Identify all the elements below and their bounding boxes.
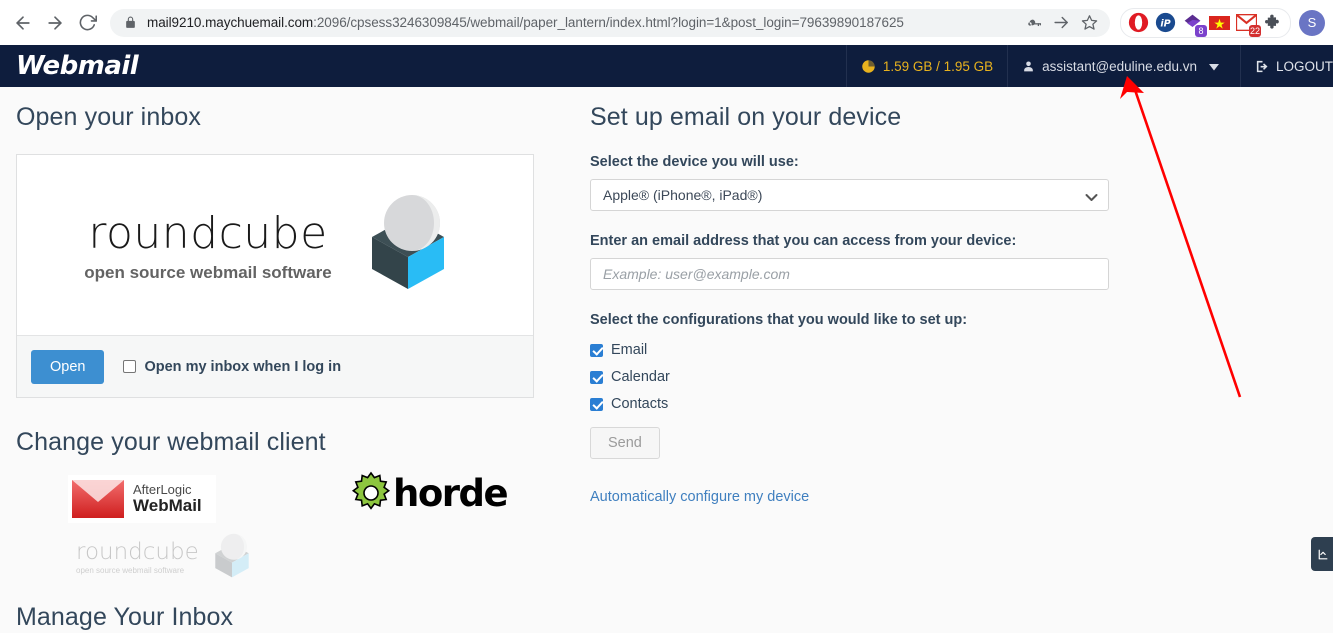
roundcube-wordmark: roundcube open source webmail software <box>84 208 332 283</box>
purple-diamond-extension-icon[interactable]: 8 <box>1180 11 1207 37</box>
afterlogic-line2: WebMail <box>133 495 202 515</box>
expand-icon <box>1318 549 1327 559</box>
omnibox-icons <box>1020 10 1102 36</box>
opera-vpn-extension-icon[interactable] <box>1126 11 1150 35</box>
key-icon[interactable] <box>1020 10 1046 36</box>
right-column: Set up email on your device Select the d… <box>590 87 1150 506</box>
roundcube-small-cube-icon <box>215 533 249 578</box>
afterlogic-webmail-logo[interactable]: AfterLogic WebMail <box>68 475 216 523</box>
vietnam-flag-extension-icon[interactable] <box>1207 11 1231 35</box>
webmail-header: Webmail 1.59 GB / 1.95 GB assistant@edul… <box>0 45 1333 87</box>
back-icon[interactable] <box>8 8 38 38</box>
webmail-clients-grid: AfterLogic WebMail horde roundcube open … <box>16 469 536 581</box>
open-inbox-button[interactable]: Open <box>31 349 105 384</box>
open-inbox-title: Open your inbox <box>16 103 201 131</box>
inbox-client-panel: roundcube open source webmail software O… <box>16 154 534 398</box>
roundcube-name: roundcube <box>88 207 328 259</box>
navigation-buttons <box>8 8 102 38</box>
user-email: assistant@eduline.edu.vn <box>1042 58 1197 74</box>
device-select[interactable]: Apple® (iPhone®, iPad®) <box>590 179 1109 211</box>
email-checkbox[interactable] <box>590 343 603 357</box>
setup-email-title: Set up email on your device <box>590 103 902 131</box>
disk-quota-indicator[interactable]: 1.59 GB / 1.95 GB <box>845 45 1007 87</box>
bookmark-star-icon[interactable] <box>1076 10 1102 36</box>
auto-open-checkbox[interactable] <box>123 360 137 373</box>
address-bar[interactable]: mail9210.maychuemail.com:2096/cpsess3246… <box>110 8 1110 37</box>
auto-open-label: Open my inbox when I log in <box>144 358 342 375</box>
roundcube-small-tagline: open source webmail software <box>76 566 185 575</box>
config-row-contacts[interactable]: Contacts <box>590 396 1150 412</box>
browser-toolbar: mail9210.maychuemail.com:2096/cpsess3246… <box>0 0 1333 45</box>
send-icon[interactable] <box>1048 10 1074 36</box>
config-label: Contacts <box>611 396 669 412</box>
left-column: Open your inbox roundcube open source we… <box>16 87 536 632</box>
url-text: mail9210.maychuemail.com:2096/cpsess3246… <box>147 15 1014 30</box>
url-host: mail9210.maychuemail.com <box>147 15 314 30</box>
logout-icon <box>1256 60 1268 72</box>
roundcube-tagline: open source webmail software <box>84 262 332 282</box>
config-row-email[interactable]: Email <box>590 342 1150 358</box>
auto-configure-link[interactable]: Automatically configure my device <box>590 489 809 505</box>
extensions-group: iP 8 22 <box>1120 7 1291 38</box>
svg-text:iP: iP <box>1160 18 1170 29</box>
config-label: Calendar <box>611 369 670 385</box>
afterlogic-text: AfterLogic WebMail <box>133 483 202 514</box>
configurations-label: Select the configurations that you would… <box>590 312 968 328</box>
extension-badge: 8 <box>1195 24 1207 37</box>
configurations-list: Email Calendar Contacts <box>590 342 1150 412</box>
roundcube-banner: roundcube open source webmail software <box>17 155 533 335</box>
afterlogic-line1: AfterLogic <box>133 482 192 498</box>
header-right-group: 1.59 GB / 1.95 GB assistant@eduline.edu.… <box>845 45 1333 87</box>
quota-text: 1.59 GB / 1.95 GB <box>882 58 994 74</box>
logout-button[interactable]: LOGOUT <box>1239 45 1333 87</box>
lock-icon <box>124 16 137 29</box>
user-account-menu[interactable]: assistant@eduline.edu.vn <box>1007 45 1240 87</box>
horde-label: horde <box>393 471 509 515</box>
email-address-input[interactable] <box>590 258 1109 290</box>
pie-chart-icon <box>862 59 875 73</box>
roundcube-small-name: roundcube <box>76 539 199 565</box>
roundcube-small-text: roundcube open source webmail software <box>76 539 199 575</box>
device-select-wrap: Apple® (iPhone®, iPad®) <box>590 179 1109 211</box>
profile-avatar[interactable]: S <box>1299 9 1325 36</box>
config-row-calendar[interactable]: Calendar <box>590 369 1150 385</box>
reload-icon[interactable] <box>72 8 102 38</box>
ip-extension-icon[interactable]: iP <box>1153 11 1177 35</box>
extension-badge: 22 <box>1248 24 1261 37</box>
user-icon <box>1024 61 1034 71</box>
forward-icon[interactable] <box>40 8 70 38</box>
device-select-label: Select the device you will use: <box>590 154 799 170</box>
puzzle-extensions-icon[interactable] <box>1261 11 1285 35</box>
email-address-label: Enter an email address that you can acce… <box>590 233 1017 249</box>
horde-logo[interactable]: horde <box>349 471 509 515</box>
page-content: Open your inbox roundcube open source we… <box>0 87 1333 633</box>
feedback-tab-widget[interactable] <box>1311 537 1333 571</box>
auto-open-checkbox-row[interactable]: Open my inbox when I log in <box>123 359 341 375</box>
manage-inbox-title: Manage Your Inbox <box>16 603 234 631</box>
envelope-icon <box>72 480 124 518</box>
config-label: Email <box>611 342 648 358</box>
gmail-checker-extension-icon[interactable]: 22 <box>1234 11 1261 37</box>
url-path: :2096/cpsess3246309845/webmail/paper_lan… <box>313 15 904 30</box>
contacts-checkbox[interactable] <box>590 397 603 411</box>
horde-gear-icon <box>351 471 391 510</box>
inbox-panel-footer: Open Open my inbox when I log in <box>17 335 533 397</box>
change-client-title: Change your webmail client <box>16 428 326 456</box>
chevron-down-icon <box>1208 59 1226 74</box>
send-button[interactable]: Send <box>590 427 660 459</box>
webmail-logo: Webmail <box>16 51 139 81</box>
roundcube-cube-icon <box>371 195 444 289</box>
calendar-checkbox[interactable] <box>590 370 603 384</box>
logout-label: LOGOUT <box>1275 58 1333 74</box>
roundcube-logo-small[interactable]: roundcube open source webmail software <box>76 531 259 583</box>
